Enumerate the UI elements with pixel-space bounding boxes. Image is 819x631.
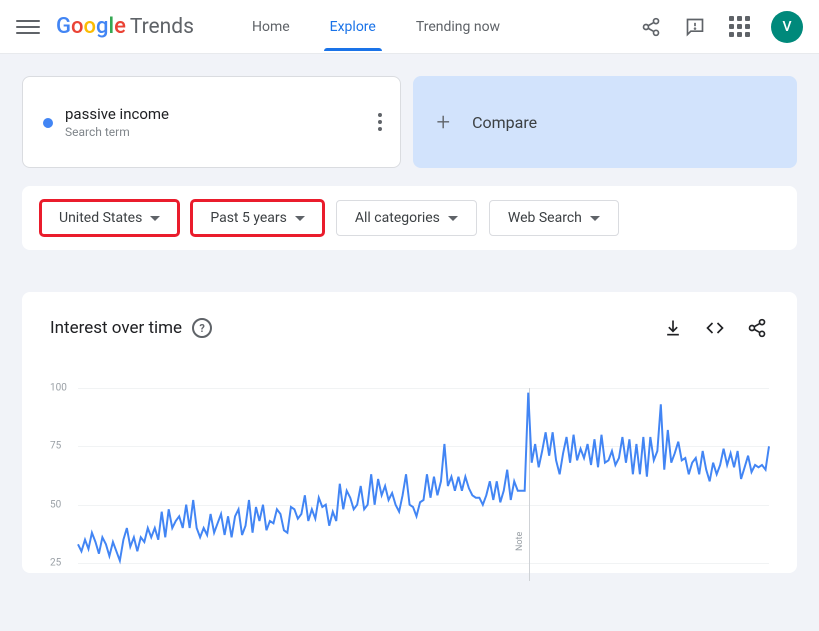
filter-geo-label: United States [59, 210, 142, 226]
chart-title: Interest over time [50, 318, 182, 338]
term-color-dot [43, 118, 53, 128]
search-term-card[interactable]: passive income Search term [22, 76, 401, 168]
filter-bar: United States Past 5 years All categorie… [22, 186, 797, 250]
chevron-down-icon [448, 216, 458, 221]
nav: Home Explore Trending now [234, 5, 518, 49]
chevron-down-icon [295, 216, 305, 221]
plus-icon: + [437, 108, 451, 136]
help-icon[interactable]: ? [192, 318, 212, 338]
filter-search-type-label: Web Search [508, 210, 582, 226]
share-icon[interactable] [639, 15, 663, 39]
avatar[interactable]: V [771, 11, 803, 43]
chevron-down-icon [590, 216, 600, 221]
y-tick-25: 25 [50, 558, 61, 569]
nav-home[interactable]: Home [234, 5, 308, 49]
trend-line [78, 388, 769, 563]
apps-icon[interactable] [727, 15, 751, 39]
nav-trending[interactable]: Trending now [398, 5, 518, 49]
nav-explore[interactable]: Explore [312, 5, 394, 49]
embed-icon[interactable] [703, 316, 727, 340]
compare-label: Compare [472, 113, 537, 132]
filter-search-type[interactable]: Web Search [489, 200, 619, 236]
chart-plot-area: 100 75 50 25 Note [78, 388, 769, 563]
y-tick-100: 100 [50, 383, 67, 394]
filter-geo[interactable]: United States [40, 200, 179, 236]
download-icon[interactable] [661, 316, 685, 340]
term-subtitle: Search term [65, 125, 169, 139]
filter-category[interactable]: All categories [336, 200, 477, 236]
filter-time[interactable]: Past 5 years [191, 200, 324, 236]
filter-time-label: Past 5 years [210, 210, 287, 226]
filter-category-label: All categories [355, 210, 440, 226]
compare-button[interactable]: + Compare [413, 76, 798, 168]
feedback-icon[interactable] [683, 15, 707, 39]
logo-trends-text: Trends [130, 15, 194, 39]
term-title: passive income [65, 105, 169, 123]
chevron-down-icon [150, 216, 160, 221]
y-tick-75: 75 [50, 441, 61, 452]
interest-chart-card: Interest over time ? 100 75 50 25 Note [22, 292, 797, 573]
y-tick-50: 50 [50, 499, 61, 510]
share-chart-icon[interactable] [745, 316, 769, 340]
app-header: Google Trends Home Explore Trending now … [0, 0, 819, 54]
logo[interactable]: Google Trends [56, 14, 194, 39]
menu-icon[interactable] [16, 15, 40, 39]
more-options-icon[interactable] [378, 113, 382, 131]
